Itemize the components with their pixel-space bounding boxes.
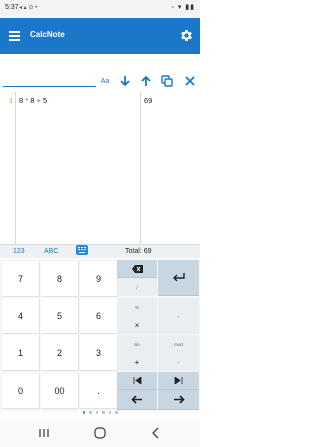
key-plus[interactable]: + [117,353,157,371]
line-result: 69 [144,96,153,105]
cursor-start-icon [133,377,141,384]
keyboard-page-indicator [0,411,200,417]
operand: 8 [19,96,24,105]
keyboard-toolbar: 123 ABC Total: 69 [0,244,200,258]
find-input[interactable] [3,74,96,87]
result-column: 69 [140,92,200,244]
page-dot[interactable] [108,411,111,414]
system-status-icons: ◦ ▾ ▮▮ [171,4,195,11]
recent-apps-icon[interactable] [38,427,50,439]
operator: * [25,96,29,105]
key-decimal[interactable]: . [80,373,118,409]
cursor-end-button[interactable] [158,372,199,390]
enter-button[interactable] [158,260,199,296]
status-bar: 5:37 ◂ ▴ ⊙ • ◦ ▾ ▮▮ [0,0,200,18]
back-icon[interactable] [150,427,162,439]
key-8[interactable]: 8 [41,261,79,297]
page-dot[interactable] [82,411,85,414]
match-case-button[interactable]: Aa [98,74,112,88]
keypad: 7 8 9 / 4 5 6 % × ÷ 1 2 3 sin + mod − 0 … [0,259,200,411]
app-title: CalcNote [30,30,65,39]
gear-icon[interactable] [179,28,194,43]
cursor-right-button[interactable] [158,390,199,410]
line-number: 1 [9,96,14,105]
operator: + [36,96,41,105]
key-00[interactable]: 00 [41,373,79,409]
copy-icon[interactable] [160,74,174,88]
line-gutter: 1 [0,92,16,244]
keyboard-icon[interactable] [76,245,88,255]
arrow-left-icon [131,395,142,404]
key-percent[interactable]: % [117,298,157,316]
app-bar: CalcNote [0,18,200,54]
editor[interactable]: 1 8 * 8 + 5 69 [0,92,200,244]
key-multiply[interactable]: × [117,316,157,334]
page-dot[interactable] [95,411,98,414]
arrow-right-icon [173,395,185,404]
key-9[interactable]: 9 [80,261,118,297]
total-value: 69 [143,248,152,255]
key-2[interactable]: 2 [41,335,79,371]
key-divide-sign[interactable]: ÷ [158,298,199,334]
cursor-left-button[interactable] [117,390,157,410]
key-5[interactable]: 5 [41,298,79,334]
backspace-button[interactable] [117,260,157,278]
key-divide[interactable]: / [117,278,157,296]
expression-line[interactable]: 8 * 8 + 5 [19,96,47,105]
backspace-icon [131,264,143,273]
page-dot[interactable] [115,411,118,414]
arrow-down-icon[interactable] [118,74,132,88]
total-label: Total: [125,248,142,255]
key-3[interactable]: 3 [80,335,118,371]
total-display: Total: 69 [125,248,151,255]
key-0[interactable]: 0 [2,373,40,409]
menu-icon[interactable] [9,31,20,41]
home-icon[interactable] [94,427,106,439]
tab-alpha[interactable]: ABC [44,248,58,255]
page-dot[interactable] [89,411,92,414]
page-dot[interactable] [102,411,105,414]
find-bar: Aa [0,54,200,92]
tab-numeric[interactable]: 123 [13,248,25,255]
close-icon[interactable] [183,74,197,88]
key-mod[interactable]: mod [158,335,199,353]
status-time: 5:37 [5,4,19,11]
key-1[interactable]: 1 [2,335,40,371]
operand: 5 [43,96,48,105]
system-nav-bar [0,418,200,447]
enter-icon [172,273,185,282]
cursor-start-button[interactable] [117,372,157,390]
key-7[interactable]: 7 [2,261,40,297]
cursor-end-icon [174,377,183,384]
key-4[interactable]: 4 [2,298,40,334]
arrow-up-icon[interactable] [139,74,153,88]
key-sin[interactable]: sin [117,335,157,353]
notification-icons: ◂ ▴ ⊙ • [19,5,38,11]
operand: 8 [30,96,35,105]
key-6[interactable]: 6 [80,298,118,334]
key-minus[interactable]: − [158,353,199,371]
